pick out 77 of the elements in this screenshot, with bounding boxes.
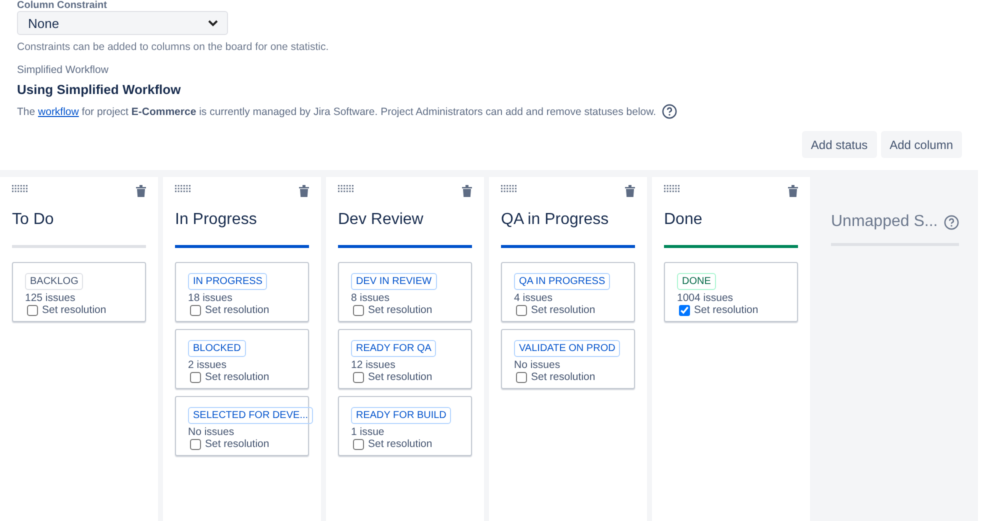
trash-icon[interactable] <box>625 185 635 197</box>
issue-count: No issues <box>514 359 562 371</box>
issue-count: 1 issue <box>351 426 386 438</box>
status-lozenge: QA IN PROGRESS <box>514 273 610 290</box>
issue-count: 1004 issues <box>677 292 734 304</box>
workflow-link[interactable]: workflow <box>38 106 79 118</box>
status-card[interactable]: QA IN PROGRESS 4 issues Set resolution <box>501 262 635 322</box>
resolution-checkbox[interactable] <box>190 438 201 450</box>
status-card[interactable]: VALIDATE ON PROD No issues Set resolution <box>501 329 635 389</box>
field-label: Column Constraint <box>17 0 108 11</box>
drag-handle-icon[interactable] <box>664 185 680 193</box>
status-card[interactable]: DEV IN REVIEW 8 issues Set resolution <box>338 262 472 322</box>
resolution-checkbox[interactable] <box>190 372 201 382</box>
action-button[interactable]: Add column <box>880 131 962 158</box>
status-lozenge: IN PROGRESS <box>188 273 268 290</box>
status-lozenge: BLOCKED <box>188 340 246 357</box>
status-lozenge: DONE <box>677 273 716 290</box>
issue-count: 18 issues <box>188 292 234 304</box>
checkbox-label: Set resolution <box>205 304 270 316</box>
drag-handle-icon[interactable] <box>501 185 517 193</box>
status-lozenge: BACKLOG <box>25 273 84 290</box>
status-lozenge: VALIDATE ON PROD <box>514 340 620 357</box>
resolution-checkbox[interactable] <box>516 304 527 316</box>
help-icon[interactable] <box>662 104 678 119</box>
checkbox-label: Set resolution <box>531 371 596 383</box>
action-button[interactable]: Add status <box>802 131 877 158</box>
column-title: QA in Progress <box>501 211 610 230</box>
issue-count: 4 issues <box>514 292 554 304</box>
section-label: Simplified Workflow <box>17 64 110 76</box>
checkbox-label: Set resolution <box>694 304 758 316</box>
resolution-checkbox[interactable] <box>190 304 201 316</box>
issue-count: 12 issues <box>351 359 396 371</box>
status-card[interactable]: BACKLOG 125 issues Set resolution <box>12 262 146 322</box>
issue-count: 2 issues <box>188 359 228 371</box>
checkbox-label: Set resolution <box>205 438 270 450</box>
status-lozenge: READY FOR BUILD <box>351 407 452 424</box>
checkbox-label: Set resolution <box>205 371 270 383</box>
status-card[interactable]: BLOCKED 2 issues Set resolution <box>175 329 309 389</box>
help-icon[interactable] <box>944 214 959 230</box>
column-title: In Progress <box>175 211 258 230</box>
trash-icon[interactable] <box>462 185 472 197</box>
status-lozenge: DEV IN REVIEW <box>351 273 437 290</box>
resolution-checkbox[interactable] <box>516 372 527 382</box>
resolution-checkbox[interactable] <box>353 438 364 450</box>
constraint-select[interactable]: None <box>17 11 228 35</box>
drag-handle-icon[interactable] <box>175 185 191 193</box>
help-text: Constraints can be added to columns on the board for one statistic. <box>17 41 330 53</box>
resolution-checkbox[interactable] <box>353 372 364 382</box>
drag-handle-icon[interactable] <box>338 185 354 193</box>
checkbox-label: Set resolution <box>42 304 106 316</box>
section-heading: Using Simplified Workflow <box>17 82 182 97</box>
status-card[interactable]: READY FOR BUILD 1 issue Set resolution <box>338 396 472 456</box>
drag-handle-icon[interactable] <box>12 185 28 193</box>
resolution-checkbox[interactable] <box>353 304 364 316</box>
checkbox-label: Set resolution <box>368 438 432 450</box>
workflow-description: The workflow for project E-Commerce is currently managed by Jira Software. Project Administrators can add and remove statuses below. <box>17 106 656 118</box>
resolution-checkbox[interactable] <box>679 304 690 316</box>
trash-icon[interactable] <box>788 185 798 197</box>
issue-count: No issues <box>188 426 236 438</box>
status-lozenge: SELECTED FOR DEVE... <box>188 407 314 424</box>
column-title: To Do <box>12 211 55 230</box>
chevron-down-icon <box>208 20 218 26</box>
resolution-checkbox[interactable] <box>27 304 38 316</box>
column-title: Unmapped S... <box>831 213 938 231</box>
status-lozenge: READY FOR QA <box>351 340 436 357</box>
status-card[interactable]: DONE 1004 issues Set resolution <box>664 262 798 322</box>
issue-count: 8 issues <box>351 292 391 304</box>
status-card[interactable]: READY FOR QA 12 issues Set resolution <box>338 329 472 389</box>
column-title: Dev Review <box>338 211 424 230</box>
column-title: Done <box>664 211 704 230</box>
trash-icon[interactable] <box>299 185 309 197</box>
issue-count: 125 issues <box>25 292 76 304</box>
status-card[interactable]: IN PROGRESS 18 issues Set resolution <box>175 262 309 322</box>
checkbox-label: Set resolution <box>368 371 432 383</box>
checkbox-label: Set resolution <box>368 304 432 316</box>
trash-icon[interactable] <box>136 185 146 197</box>
checkbox-label: Set resolution <box>531 304 596 316</box>
